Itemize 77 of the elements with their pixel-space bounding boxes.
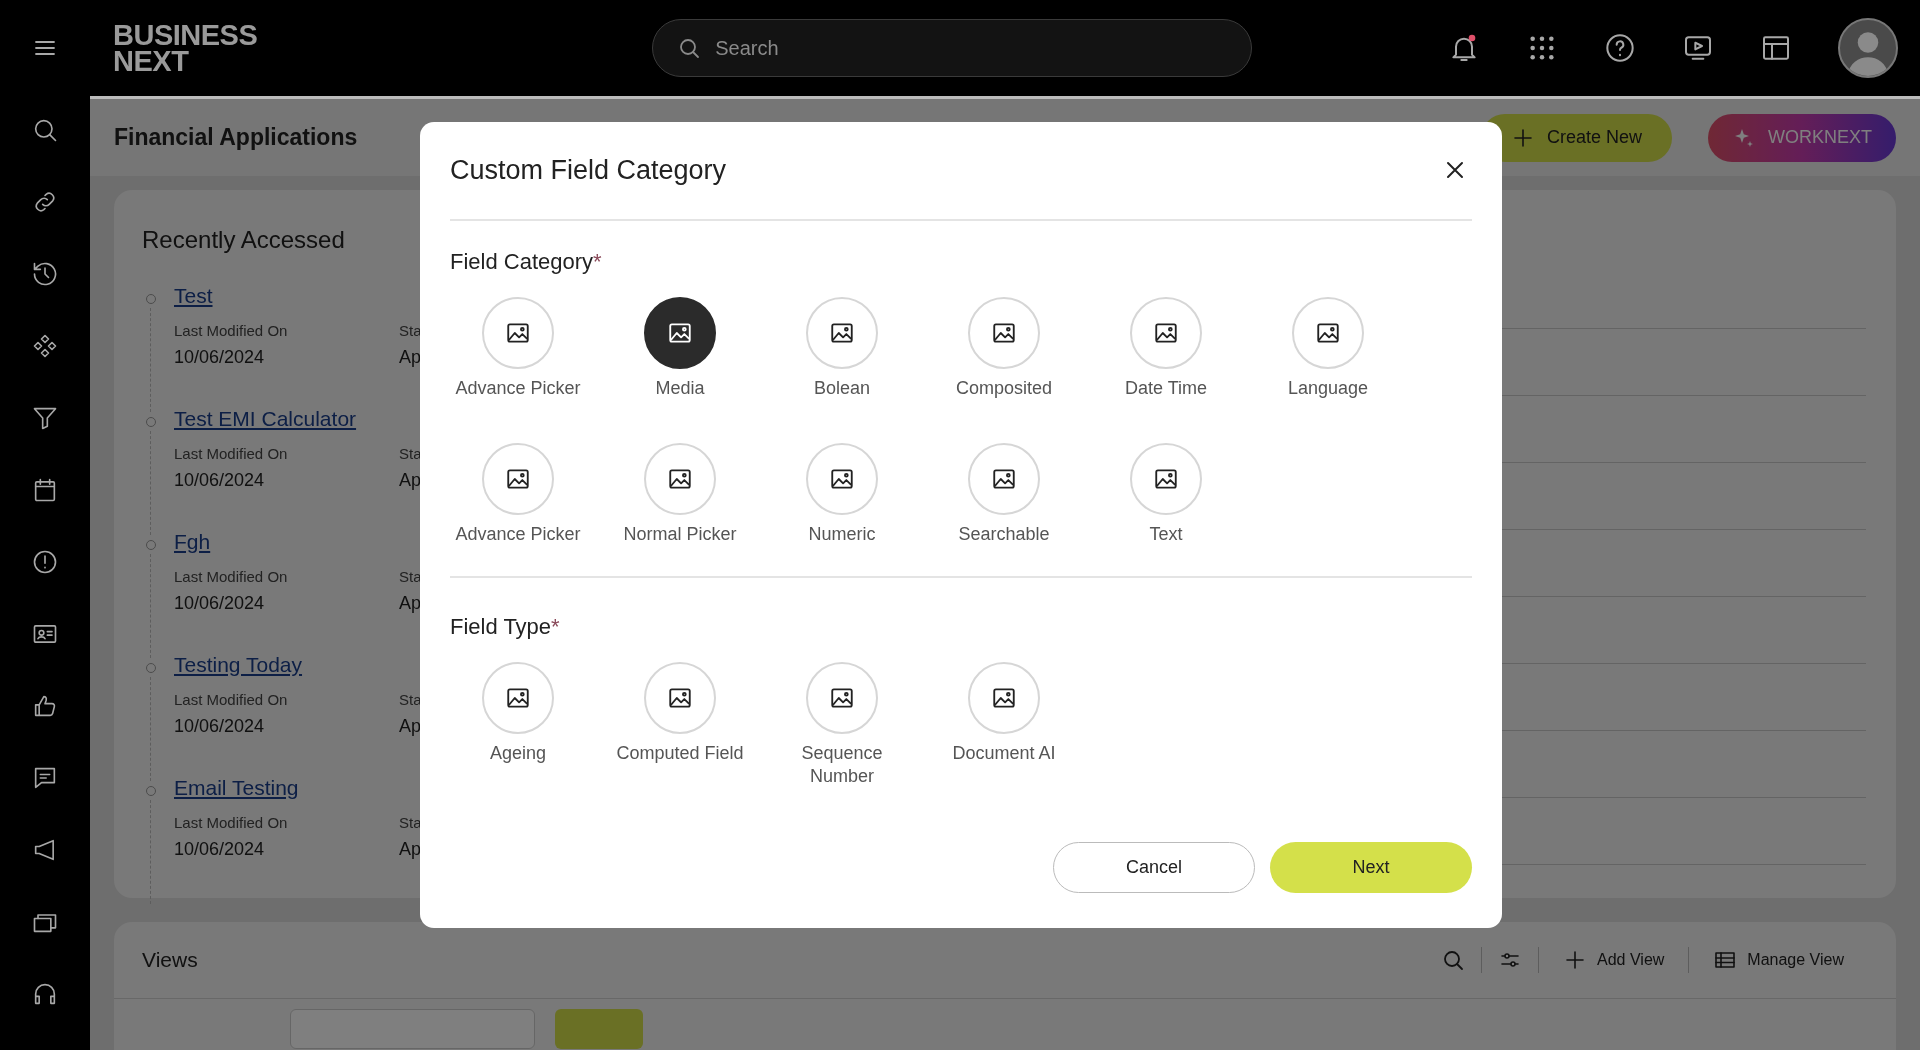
image-icon [667,466,693,492]
option-label: Ageing [489,742,547,765]
image-icon [991,685,1017,711]
field-value: Ap [399,347,423,368]
option-label: Language [1287,377,1369,400]
field-label: Last Modified On [174,322,289,339]
image-icon [1315,320,1341,346]
next-button[interactable]: Next [1270,842,1472,893]
image-icon [991,466,1017,492]
record-link[interactable]: Test EMI Calculator [174,407,357,441]
manage-view-button[interactable]: Manage View [1705,948,1852,972]
record-link[interactable]: Testing Today [174,653,303,687]
section-title: Field Category* [450,248,603,276]
image-icon [505,320,531,346]
field-value: Ap [399,839,423,860]
field-label: Last Modified On [174,445,289,462]
option-label: Sequence Number [800,742,884,788]
logo: BUSINESS NEXT [113,22,258,74]
option-label: Normal Picker [623,523,737,546]
field-label: Sta [399,691,423,708]
field-value: Ap [399,716,423,737]
page-title: Financial Applications [114,124,358,151]
record-link[interactable]: Test [174,284,213,318]
field-label: Sta [399,322,423,339]
search-icon [677,36,702,60]
field-value: 10/06/2024 [174,716,266,737]
alert-icon[interactable] [31,548,59,576]
image-icon [1153,466,1179,492]
option-label: Numeric [808,523,876,546]
input-field[interactable] [290,1009,535,1049]
field-label: Last Modified On [174,691,289,708]
ai-button[interactable]: WORKNEXT [1708,113,1896,162]
option-label: Date Time [1125,377,1207,400]
field-label: Last Modified On [174,814,289,831]
image-icon [829,466,855,492]
field-value: Ap [399,593,423,614]
image-icon [667,320,693,346]
option-label: Composited [955,377,1052,400]
field-value: 10/06/2024 [174,593,266,614]
option-label: Bolean [813,377,871,400]
add-view-button[interactable]: Add View [1555,948,1673,972]
field-value: 10/06/2024 [174,347,266,368]
option-label: Text [1149,523,1183,546]
avatar[interactable] [1838,18,1898,78]
image-icon [505,466,531,492]
option-label: Document AI [952,742,1056,765]
cancel-button[interactable]: Cancel [1053,842,1255,893]
image-icon [829,320,855,346]
option-label: Advance Picker [455,377,581,400]
field-value: 10/06/2024 [174,839,266,860]
diamonds-icon[interactable] [31,332,59,360]
card-title: Views [142,948,198,972]
image-icon [505,685,531,711]
image-icon [1153,320,1179,346]
field-value: Ap [399,470,423,491]
field-label: Sta [399,814,423,831]
image-icon [991,320,1017,346]
option-label: Computed Field [616,742,744,765]
option-label: Advance Picker [455,523,581,546]
help-icon[interactable] [1604,32,1636,64]
history-icon[interactable] [31,260,59,288]
search-input[interactable]: Search [713,35,1218,61]
card-title: Recently Accessed [142,226,346,254]
field-label: Last Modified On [174,568,289,585]
record-link[interactable]: Email Testing [174,776,299,810]
field-label: Sta [399,445,423,462]
record-link[interactable]: Fgh [174,530,211,564]
search-icon[interactable] [1441,948,1466,972]
dialog-title: Custom Field Category [450,155,727,186]
section-title: Field Type* [450,613,561,641]
field-label: Sta [399,568,423,585]
option-label: Media [655,377,705,400]
option-label: Searchable [958,523,1050,546]
image-icon [667,685,693,711]
search-field[interactable]: Search [652,19,1253,77]
field-value: 10/06/2024 [174,470,266,491]
image-icon [829,685,855,711]
